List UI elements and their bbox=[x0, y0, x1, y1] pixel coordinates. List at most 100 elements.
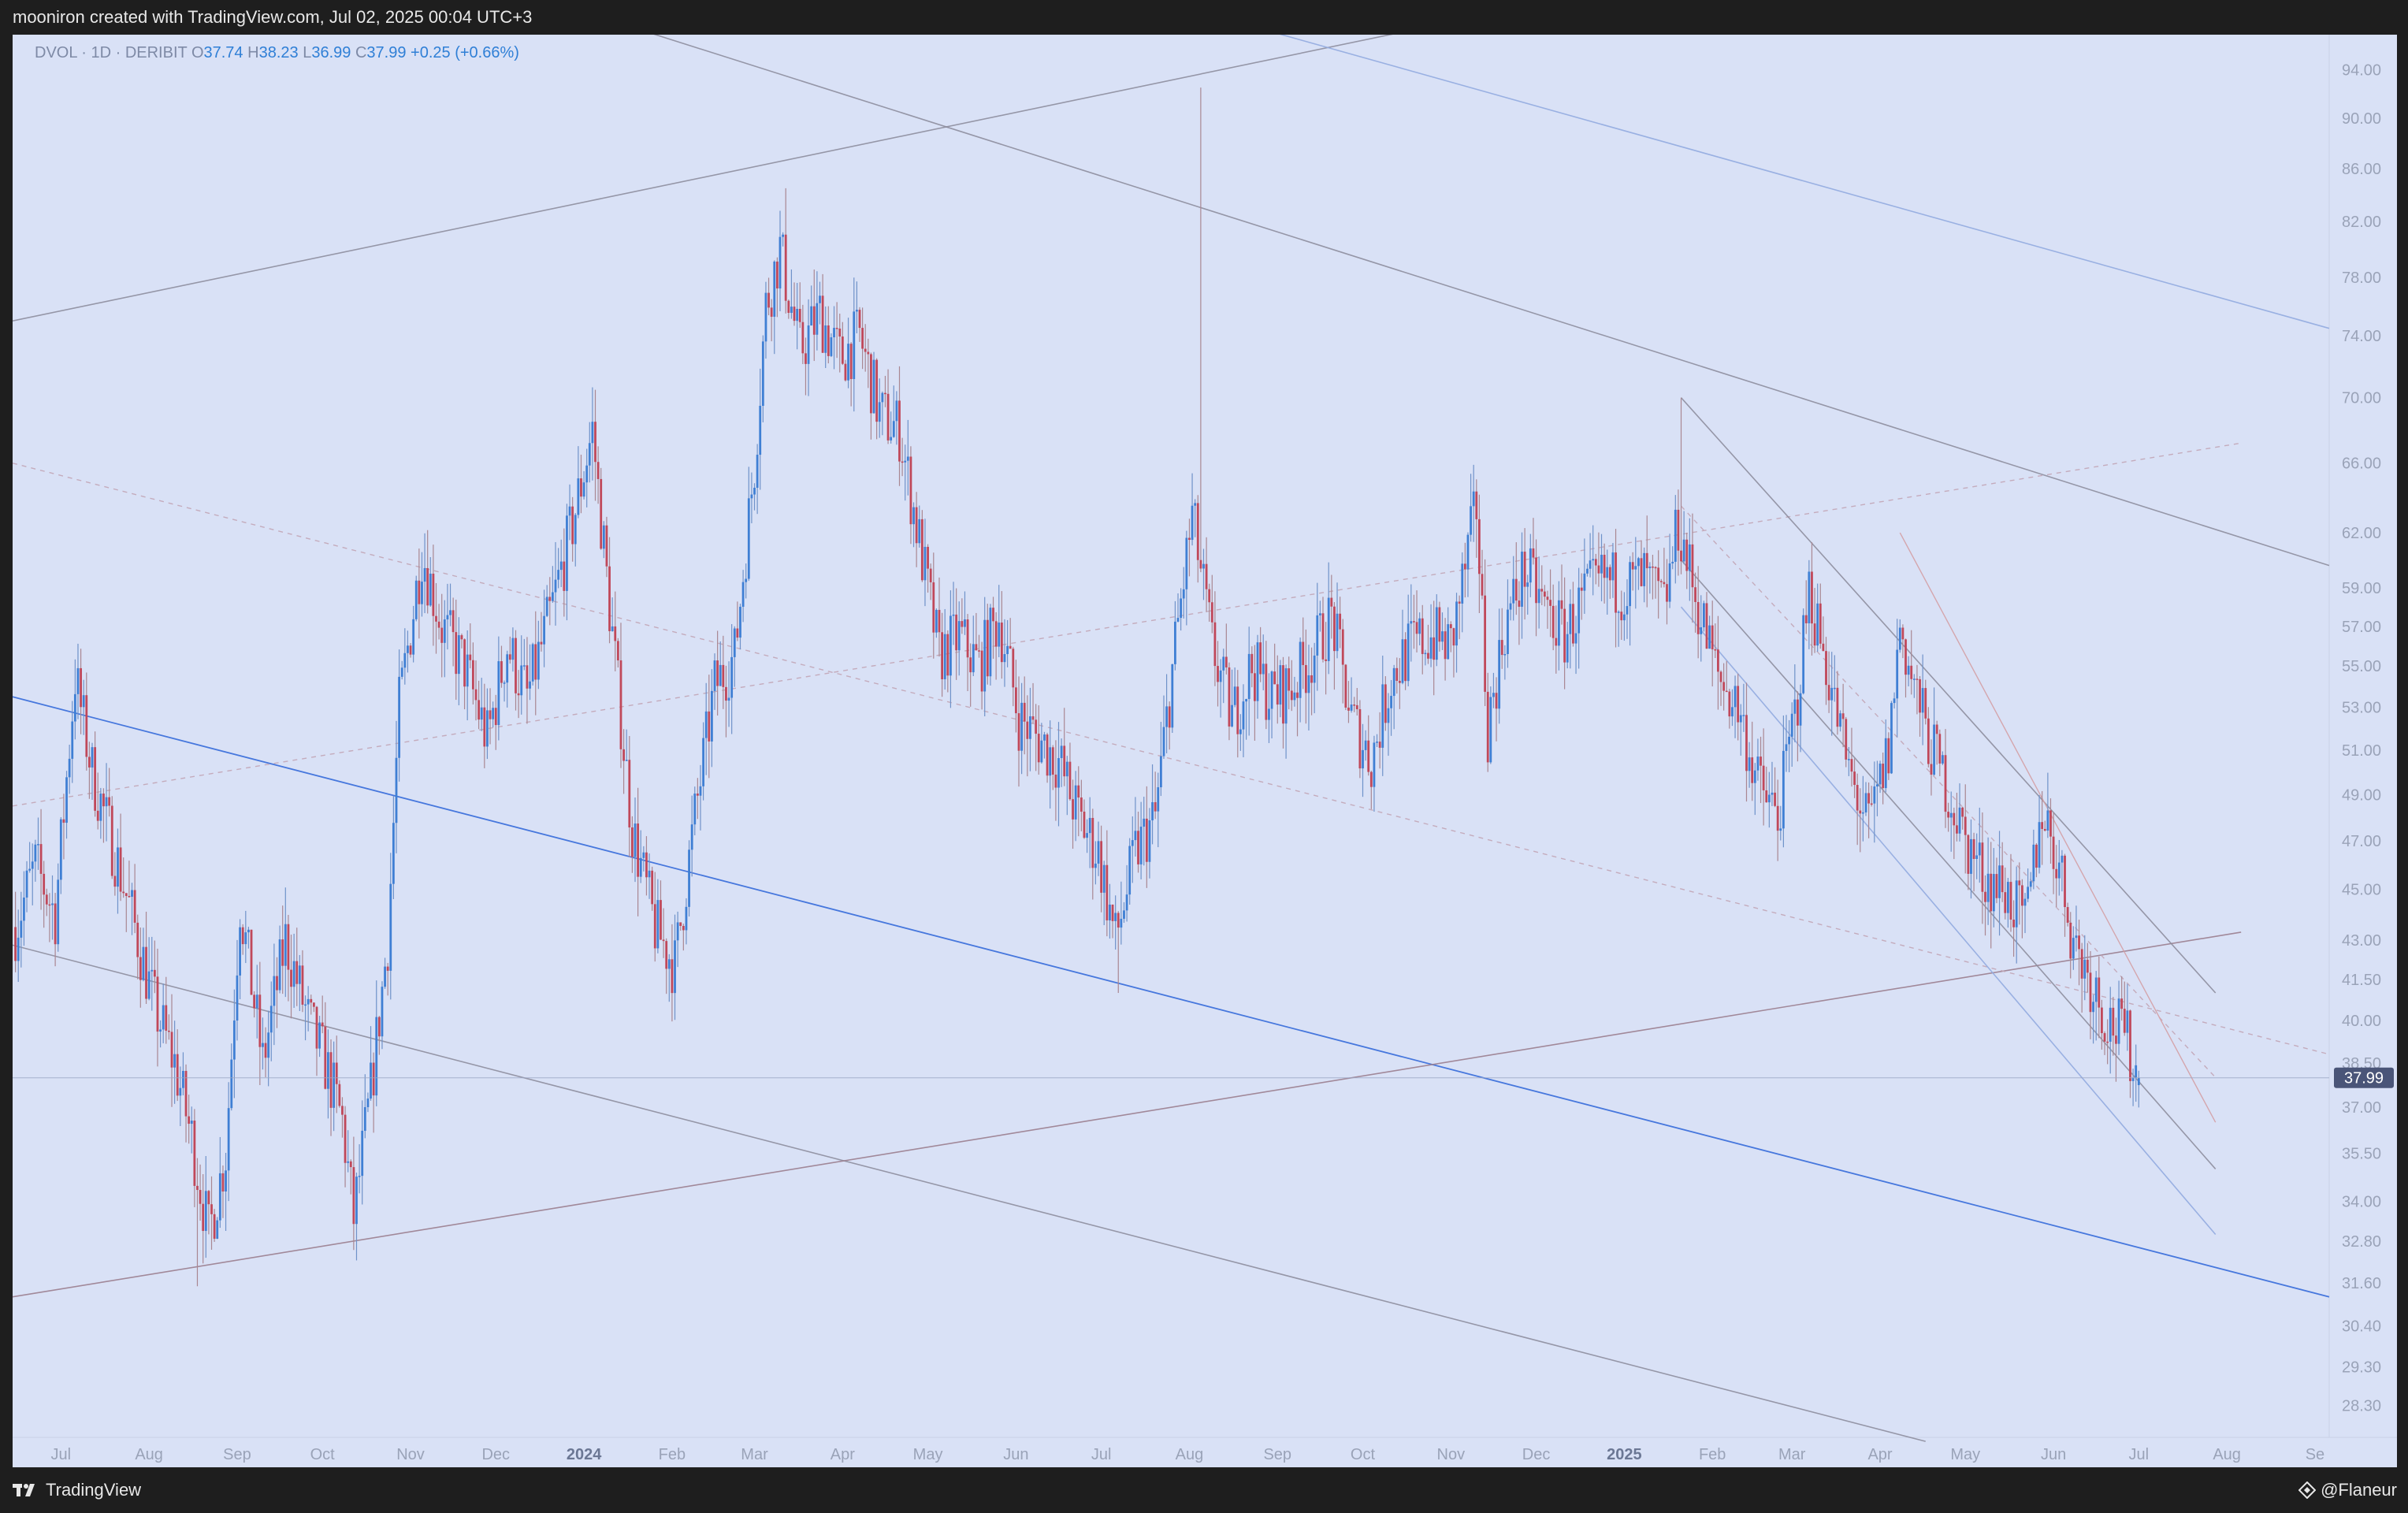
candle-down bbox=[1572, 604, 1574, 644]
candle-down bbox=[45, 894, 48, 905]
candle-up bbox=[333, 1062, 336, 1108]
candle-up bbox=[1833, 687, 1836, 690]
candle-up bbox=[688, 849, 690, 907]
candle-up bbox=[503, 682, 506, 684]
candle-up bbox=[1157, 787, 1160, 812]
candle-up bbox=[1808, 571, 1811, 623]
candle-down bbox=[961, 621, 964, 627]
candle-up bbox=[59, 819, 62, 880]
candle-down bbox=[290, 969, 292, 987]
tradingview-brand[interactable]: TradingView bbox=[13, 1480, 141, 1500]
candle-down bbox=[1463, 563, 1466, 570]
candle-up bbox=[361, 1130, 364, 1177]
candle-up bbox=[574, 515, 577, 545]
candle-up bbox=[17, 937, 20, 961]
candle-down bbox=[1026, 721, 1029, 739]
candle-up bbox=[872, 359, 875, 414]
candle-up bbox=[486, 710, 489, 747]
candle-down bbox=[1369, 771, 1373, 787]
change-value: +0.25 (+0.66%) bbox=[411, 44, 519, 61]
candle-down bbox=[571, 506, 574, 545]
candle-up bbox=[878, 402, 881, 422]
candle-down bbox=[784, 234, 787, 301]
candle-down bbox=[1514, 578, 1518, 601]
chart-pane[interactable]: 94.00 90.00 86.00 82.00 78.00 74.00 70.00 66.00… bbox=[13, 35, 2397, 1467]
candle-down bbox=[1347, 707, 1350, 711]
candle-down bbox=[722, 664, 725, 687]
x-tick-label: Se bbox=[2306, 1446, 2324, 1463]
candle-up bbox=[1410, 621, 1413, 624]
candle-up bbox=[1898, 627, 1901, 650]
low-value: 36.99 bbox=[311, 44, 351, 61]
candle-down bbox=[124, 893, 128, 896]
candle-down bbox=[548, 597, 552, 601]
candle-up bbox=[449, 610, 452, 615]
candle-down bbox=[133, 890, 136, 923]
candle-down bbox=[2103, 1033, 2106, 1042]
candle-down bbox=[1967, 835, 1970, 874]
candle-down bbox=[14, 927, 17, 961]
candle-up bbox=[764, 292, 767, 342]
candle-down bbox=[1535, 557, 1537, 604]
candle-up bbox=[1537, 589, 1540, 604]
candle-down bbox=[1850, 759, 1853, 772]
candle-down bbox=[1477, 519, 1481, 574]
candle-up bbox=[1171, 664, 1174, 728]
candle-up bbox=[824, 325, 827, 353]
candle-up bbox=[1020, 702, 1024, 751]
candle-down bbox=[1481, 574, 1484, 596]
candle-up bbox=[1674, 509, 1677, 562]
candle-up bbox=[1461, 563, 1464, 604]
candle-down bbox=[352, 1167, 355, 1225]
candle-down bbox=[469, 654, 472, 660]
candle-up bbox=[466, 654, 469, 687]
candle-up bbox=[906, 456, 909, 461]
candle-up bbox=[923, 546, 927, 581]
candle-down bbox=[1947, 812, 1950, 818]
candle-down bbox=[1981, 842, 1984, 892]
candle-down bbox=[594, 422, 596, 463]
candle-down bbox=[281, 939, 284, 966]
candle-down bbox=[1944, 755, 1947, 812]
candle-down bbox=[1072, 799, 1074, 820]
candle-up bbox=[407, 645, 409, 653]
candle-down bbox=[805, 353, 807, 364]
candle-up bbox=[759, 405, 762, 455]
candle-up bbox=[881, 392, 884, 403]
x-tick-label: Nov bbox=[396, 1446, 425, 1463]
candle-down bbox=[1956, 825, 1958, 834]
candle-up bbox=[704, 711, 708, 738]
candle-down bbox=[139, 957, 142, 980]
x-tick-label: Apr bbox=[1867, 1446, 1892, 1463]
candle-up bbox=[904, 460, 907, 463]
candle-up bbox=[511, 638, 515, 660]
x-tick-label: 2025 bbox=[1607, 1446, 1642, 1463]
y-tick-label: 30.40 bbox=[2342, 1318, 2381, 1335]
candle-up bbox=[1233, 686, 1236, 705]
candle-up bbox=[1202, 563, 1205, 569]
price-chart[interactable]: 94.00 90.00 86.00 82.00 78.00 74.00 70.00 66.00… bbox=[13, 35, 2397, 1467]
candle-down bbox=[1657, 567, 1660, 582]
candle-up bbox=[545, 597, 548, 616]
candle-up bbox=[2023, 898, 2027, 906]
candle-up bbox=[147, 971, 150, 999]
candle-up bbox=[782, 234, 784, 237]
candle-up bbox=[1162, 727, 1165, 756]
candle-down bbox=[812, 306, 816, 335]
brand-label: TradingView bbox=[46, 1480, 142, 1500]
candle-down bbox=[1355, 704, 1358, 710]
symbol-label: DVOL · 1D · DERIBIT bbox=[35, 44, 188, 61]
candle-up bbox=[2137, 1077, 2140, 1086]
candle-up bbox=[403, 652, 407, 668]
x-tick-label: Sep bbox=[1263, 1446, 1291, 1463]
candle-down bbox=[1023, 702, 1026, 722]
high-label: H bbox=[247, 44, 259, 61]
candle-down bbox=[1859, 810, 1862, 814]
y-tick-label: 55.00 bbox=[2342, 658, 2381, 675]
candle-down bbox=[39, 844, 43, 874]
candle-up bbox=[557, 570, 560, 580]
candle-down bbox=[1224, 656, 1228, 667]
y-tick-label: 82.00 bbox=[2342, 214, 2381, 231]
candle-down bbox=[1475, 491, 1478, 519]
candle-up bbox=[1643, 552, 1646, 586]
